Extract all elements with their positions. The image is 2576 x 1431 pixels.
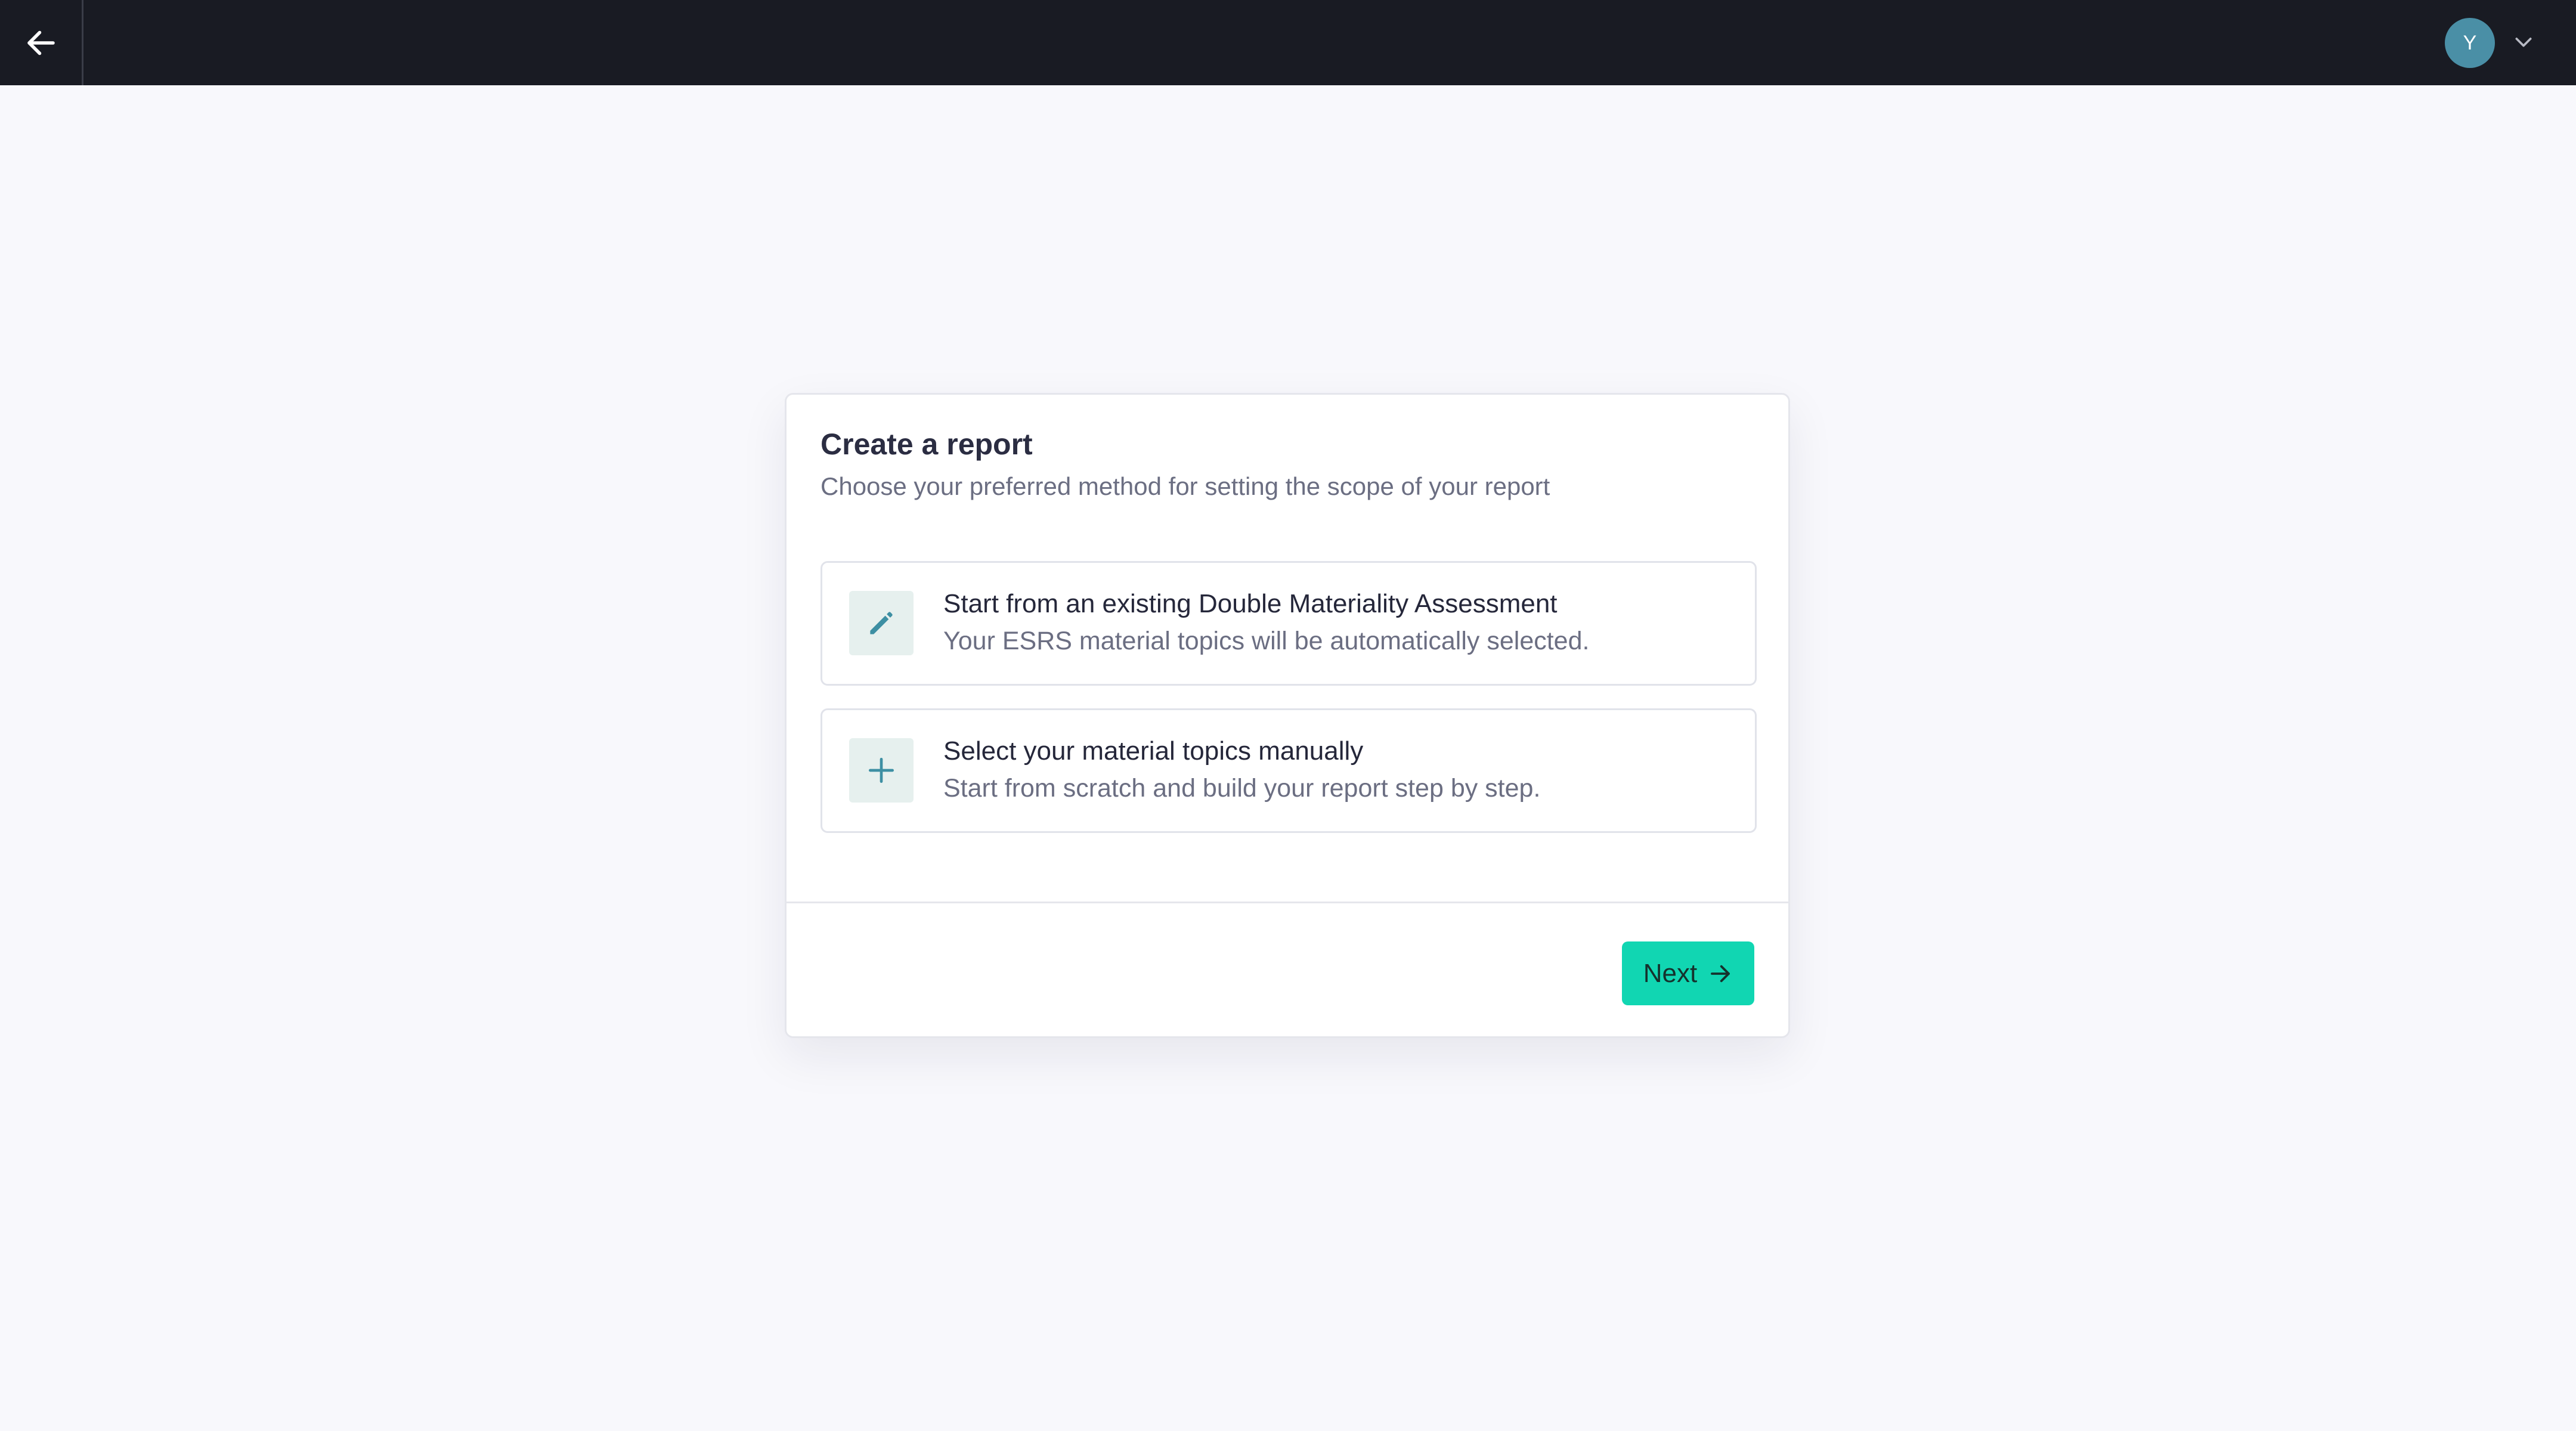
back-button[interactable] xyxy=(0,0,83,85)
avatar-initial: Y xyxy=(2463,31,2477,54)
option-description: Start from scratch and build your report… xyxy=(943,774,1541,803)
dialog-subtitle: Choose your preferred method for setting… xyxy=(821,472,1550,500)
chevron-down-icon[interactable] xyxy=(2512,30,2535,57)
arrow-left-icon xyxy=(27,30,55,55)
user-menu[interactable]: Y xyxy=(2445,18,2535,68)
option-existing-dma[interactable]: Start from an existing Double Materialit… xyxy=(821,561,1757,686)
option-description: Your ESRS material topics will be automa… xyxy=(943,627,1590,655)
top-navigation-bar: Y xyxy=(0,0,2576,85)
dialog-title: Create a report xyxy=(821,428,1033,461)
option-manual-selection[interactable]: Select your material topics manually Sta… xyxy=(821,708,1757,833)
arrow-right-icon xyxy=(1711,965,1730,982)
plus-icon xyxy=(849,738,914,803)
next-button-label: Next xyxy=(1643,958,1698,988)
next-button[interactable]: Next xyxy=(1622,941,1754,1005)
option-title: Select your material topics manually xyxy=(943,736,1364,766)
create-report-dialog: Create a report Choose your preferred me… xyxy=(785,393,1790,1038)
dialog-footer-divider xyxy=(787,902,1788,903)
option-title: Start from an existing Double Materialit… xyxy=(943,589,1558,618)
pencil-icon xyxy=(849,591,914,655)
avatar[interactable]: Y xyxy=(2445,18,2495,68)
